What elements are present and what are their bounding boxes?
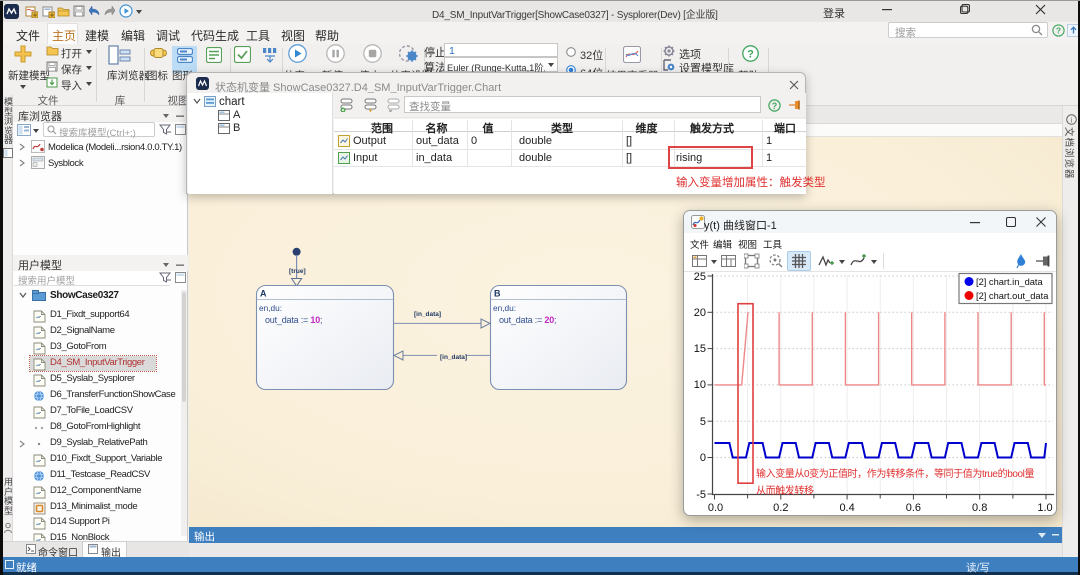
svg-text:out_data := 10;: out_data := 10; xyxy=(265,315,322,325)
svg-text:0.6: 0.6 xyxy=(906,502,921,514)
svg-text:?: ? xyxy=(1056,26,1061,36)
svg-text:0.2: 0.2 xyxy=(773,502,788,514)
svg-text:[in_data]: [in_data] xyxy=(414,311,441,318)
svg-text:[in_data]: [in_data] xyxy=(440,354,467,361)
svg-text:?: ? xyxy=(747,49,754,61)
svg-text:[true]: [true] xyxy=(289,268,306,275)
svg-text:0.4: 0.4 xyxy=(839,502,854,514)
svg-text:从而触发转移: 从而触发转移 xyxy=(756,484,814,497)
svg-text:[2] chart.in_data: [2] chart.in_data xyxy=(976,277,1044,287)
svg-text:5: 5 xyxy=(700,416,706,428)
svg-text:20: 20 xyxy=(694,307,706,319)
svg-text:输入变量从0变为正值时，作为转移条件，等同于值为true的b: 输入变量从0变为正值时，作为转移条件，等同于值为true的bool量 xyxy=(756,467,1034,480)
svg-text:B: B xyxy=(494,289,501,299)
svg-text:out_data := 20;: out_data := 20; xyxy=(499,315,556,325)
svg-text:10: 10 xyxy=(694,379,706,391)
svg-text:0.8: 0.8 xyxy=(972,502,987,514)
svg-text:0.0: 0.0 xyxy=(708,502,723,514)
svg-text:[2] chart.out_data: [2] chart.out_data xyxy=(976,291,1049,301)
svg-text:-5: -5 xyxy=(696,489,706,501)
svg-text:A: A xyxy=(260,289,267,299)
svg-text:25: 25 xyxy=(694,272,706,283)
svg-text:1.0: 1.0 xyxy=(1037,502,1052,514)
svg-text:0: 0 xyxy=(700,452,706,464)
svg-text:15: 15 xyxy=(694,343,706,355)
svg-text:?: ? xyxy=(772,101,778,111)
svg-text:en,du:: en,du: xyxy=(493,303,516,313)
svg-text:i: i xyxy=(1071,117,1073,124)
svg-text:en,du:: en,du: xyxy=(259,303,282,313)
